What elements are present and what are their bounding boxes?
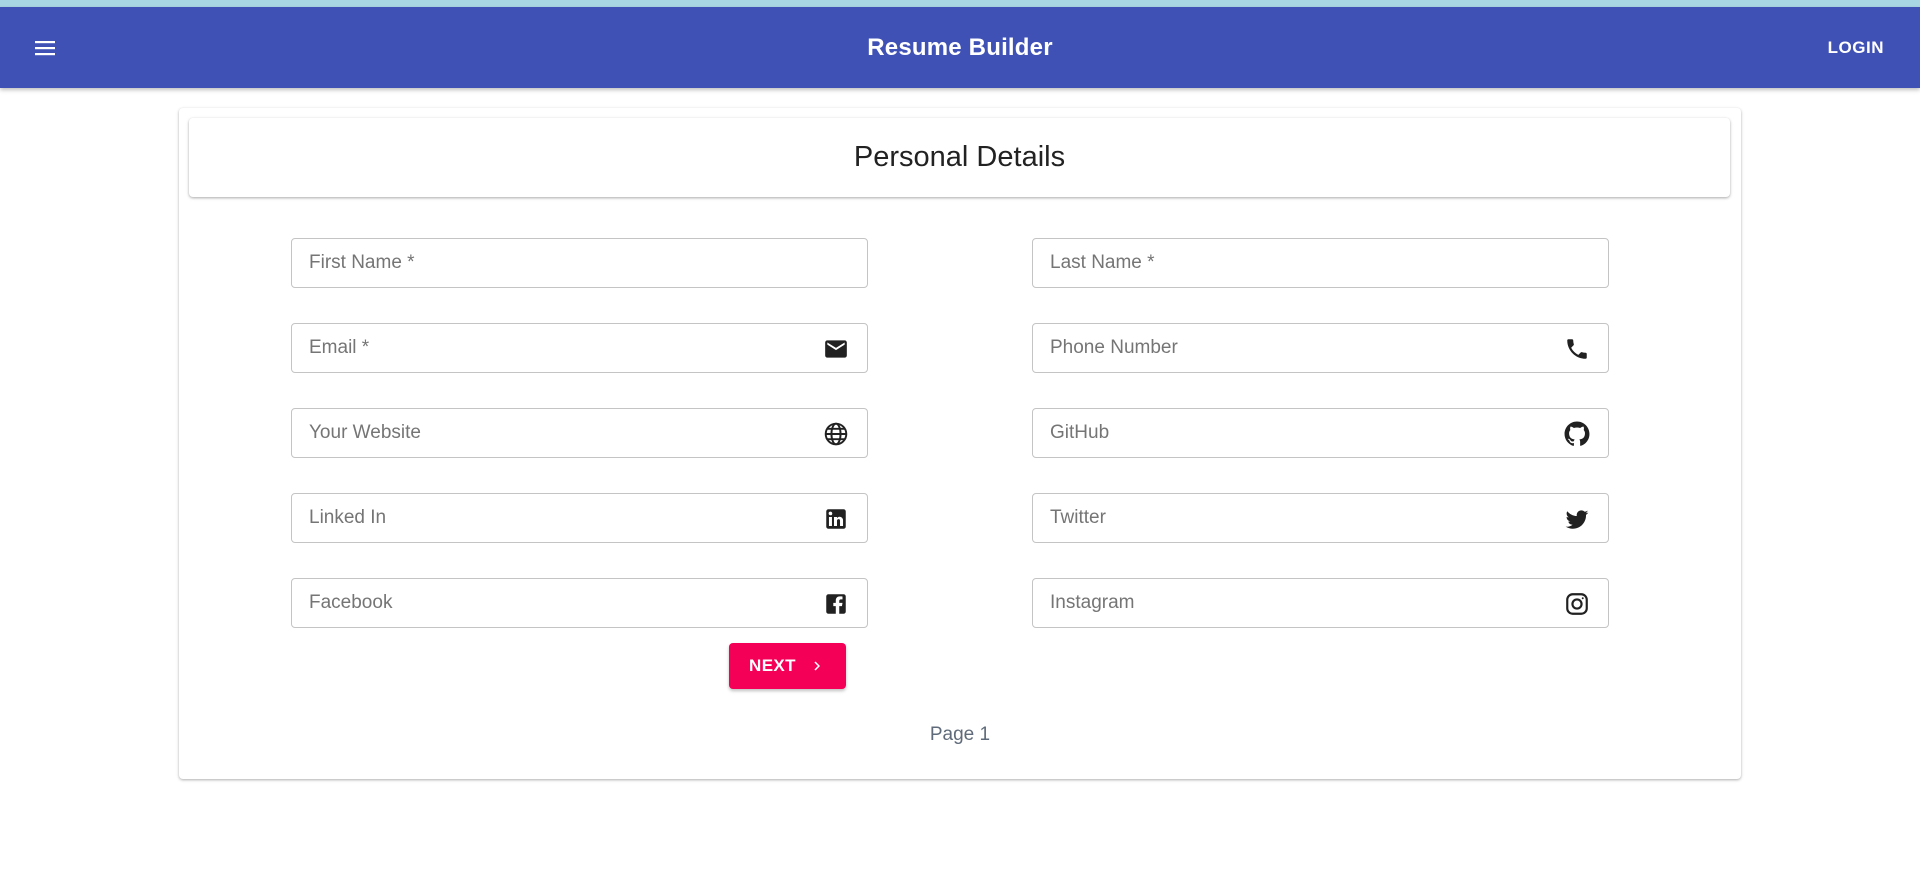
next-button[interactable]: NEXT: [729, 643, 846, 689]
last-name-field: [1032, 238, 1609, 288]
instagram-icon: [1564, 591, 1590, 617]
app-title: Resume Builder: [867, 33, 1053, 61]
login-button[interactable]: LOGIN: [1828, 7, 1884, 88]
facebook-icon: [823, 591, 849, 617]
last-name-input[interactable]: [1033, 239, 1608, 287]
linkedin-icon: [823, 506, 849, 532]
website-field: [291, 408, 868, 458]
twitter-icon: [1564, 506, 1590, 532]
card-title: Personal Details: [189, 118, 1730, 197]
linkedin-input[interactable]: [292, 494, 867, 542]
phone-icon: [1564, 336, 1590, 362]
twitter-field: [1032, 493, 1609, 543]
facebook-input[interactable]: [292, 579, 867, 627]
instagram-input[interactable]: [1033, 579, 1608, 627]
instagram-field: [1032, 578, 1609, 628]
facebook-field: [291, 578, 868, 628]
github-input[interactable]: [1033, 409, 1608, 457]
github-icon: [1564, 421, 1590, 447]
first-name-input[interactable]: [292, 239, 867, 287]
email-field: [291, 323, 868, 373]
globe-icon: [823, 421, 849, 447]
linkedin-field: [291, 493, 868, 543]
first-name-field: [291, 238, 868, 288]
twitter-input[interactable]: [1033, 494, 1608, 542]
phone-input[interactable]: [1033, 324, 1608, 372]
app-bar: Resume Builder LOGIN: [0, 7, 1920, 88]
chevron-right-icon: [808, 657, 826, 675]
website-input[interactable]: [292, 409, 867, 457]
phone-field: [1032, 323, 1609, 373]
email-input[interactable]: [292, 324, 867, 372]
page-indicator: Page 1: [929, 724, 991, 745]
next-button-label: NEXT: [749, 656, 796, 675]
github-field: [1032, 408, 1609, 458]
mail-icon: [823, 336, 849, 362]
top-accent-strip: [0, 0, 1920, 7]
